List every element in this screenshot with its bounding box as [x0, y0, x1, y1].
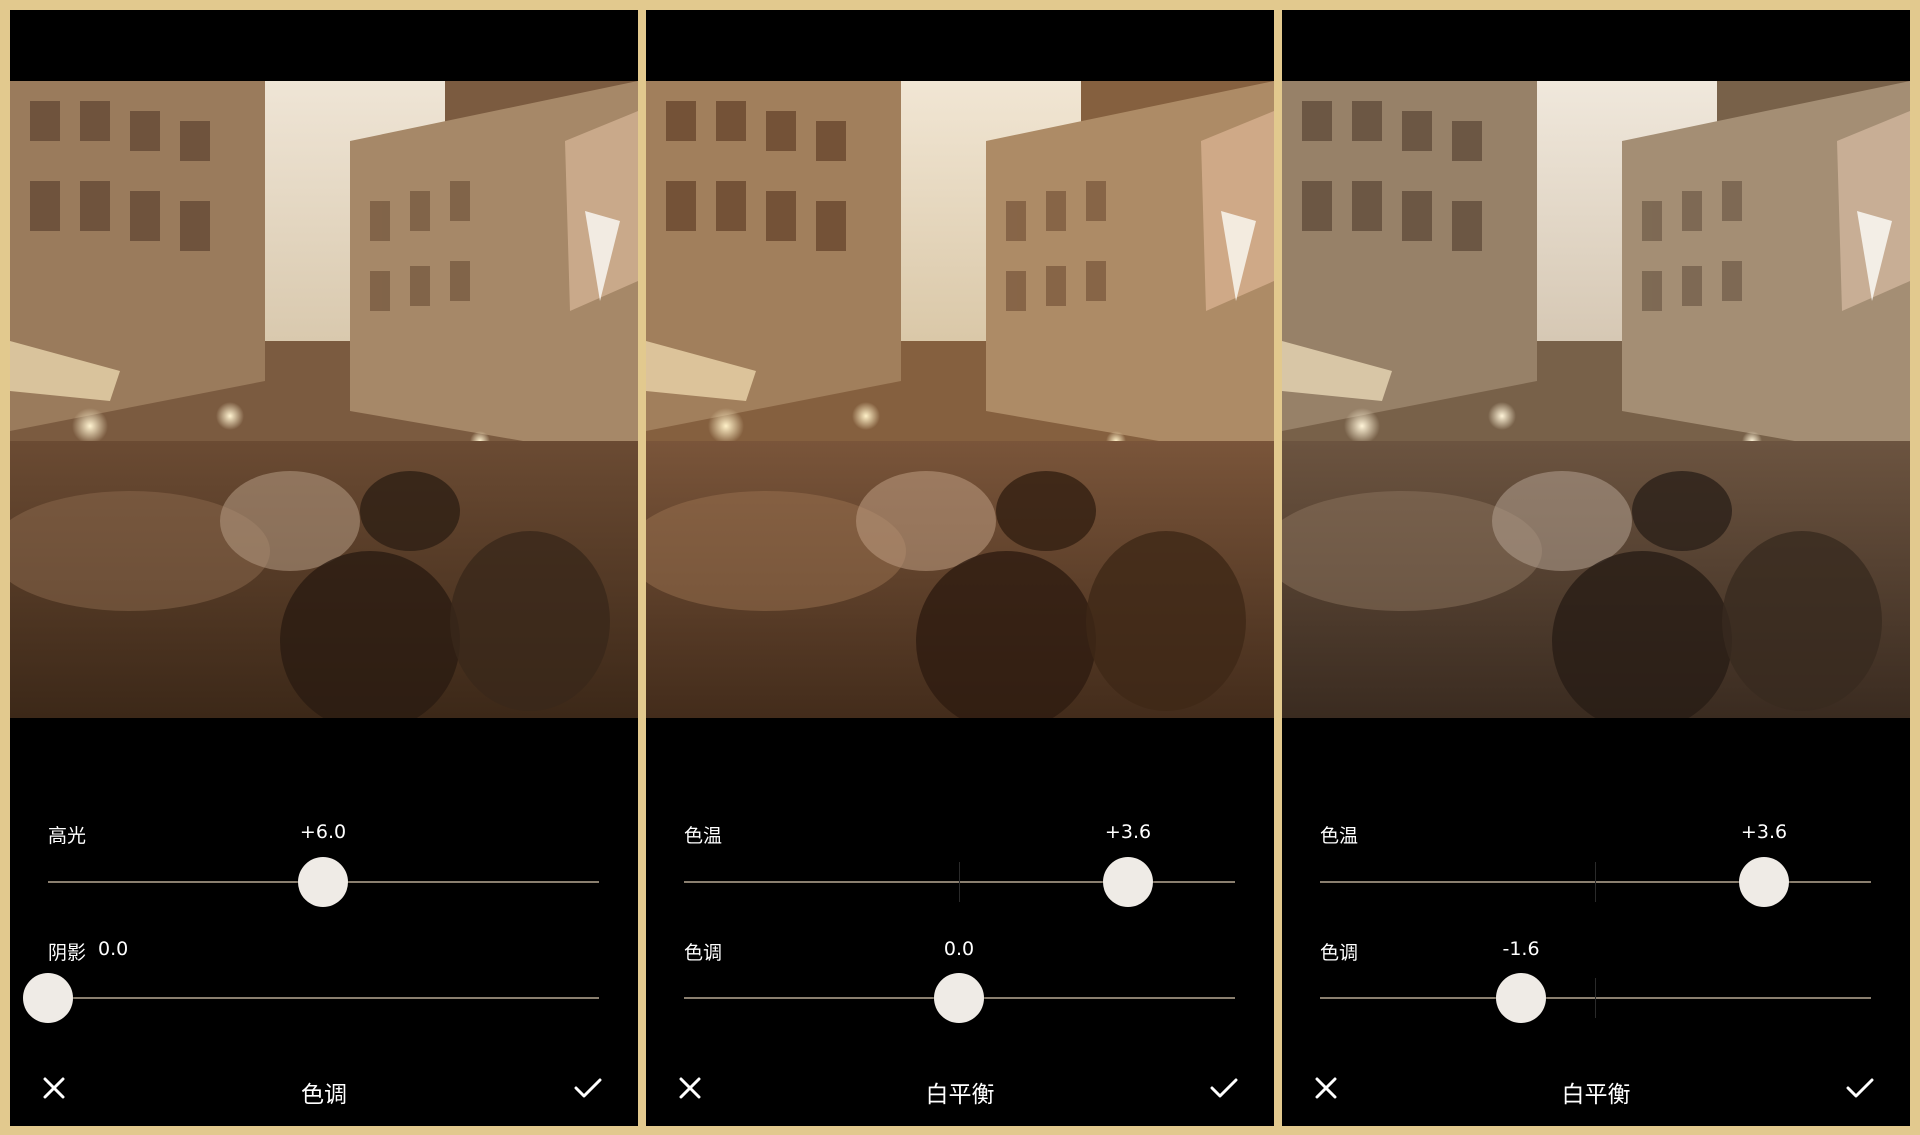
slider-value: -1.6 — [1502, 938, 1540, 960]
slider-value: 0.0 — [98, 938, 129, 960]
slider-center-tick — [959, 862, 960, 902]
confirm-button[interactable] — [1202, 1066, 1246, 1110]
tint-slider-knob[interactable] — [1496, 973, 1546, 1023]
slider-center-tick — [1595, 978, 1596, 1018]
slider-value: +3.6 — [1740, 821, 1788, 843]
slider-label: 高光 — [48, 825, 87, 847]
photo-preview — [10, 81, 638, 718]
editor-panel-highlights-shadows: 高光 +6.0 阴影 0.0 色调 — [10, 10, 638, 1126]
checkmark-icon — [1210, 1078, 1238, 1098]
slider-center-tick — [1595, 862, 1596, 902]
confirm-button[interactable] — [1838, 1066, 1882, 1110]
slider-value: +6.0 — [299, 821, 347, 843]
slider-label: 色温 — [684, 825, 723, 847]
checkmark-icon — [1846, 1078, 1874, 1098]
shadows-slider-knob[interactable] — [23, 973, 73, 1023]
slider-label: 色调 — [684, 942, 723, 964]
editor-panel-white-balance: 色温 +3.6 色调 0.0 白平衡 — [646, 10, 1274, 1126]
street-photo — [10, 81, 638, 718]
slider-value: +3.6 — [1104, 821, 1152, 843]
tint-slider-knob[interactable] — [934, 973, 984, 1023]
shadows-slider-track[interactable] — [48, 997, 599, 999]
editor-panel-white-balance-tint: 色温 +3.6 色调 -1.6 白平衡 — [1282, 10, 1910, 1126]
slider-label: 色调 — [1320, 942, 1359, 964]
temperature-slider-knob[interactable] — [1739, 857, 1789, 907]
confirm-button[interactable] — [566, 1066, 610, 1110]
checkmark-icon — [574, 1078, 602, 1098]
panel-title: 白平衡 — [925, 1082, 995, 1108]
street-photo — [1282, 81, 1910, 718]
photo-preview — [646, 81, 1274, 718]
panel-title: 白平衡 — [1561, 1082, 1631, 1108]
slider-label: 色温 — [1320, 825, 1359, 847]
slider-value: 0.0 — [943, 938, 975, 960]
panel-title: 色调 — [301, 1082, 347, 1108]
highlights-slider-knob[interactable] — [298, 857, 348, 907]
street-photo — [646, 81, 1274, 718]
photo-preview — [1282, 81, 1910, 718]
temperature-slider-knob[interactable] — [1103, 857, 1153, 907]
slider-label: 阴影 — [48, 942, 87, 964]
